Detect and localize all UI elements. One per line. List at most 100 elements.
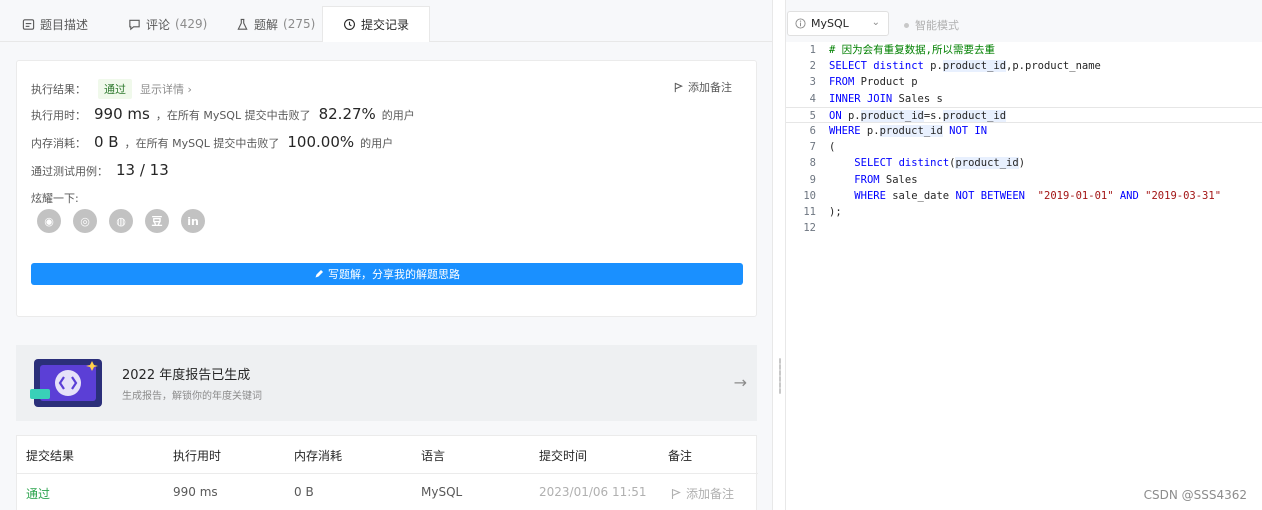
flask-icon [237,18,248,30]
code-text: INNER JOIN Sales s [829,92,943,105]
share-buttons: ◉ ◎ ◍ 豆 in [37,209,205,233]
row-runtime: 990 ms [173,485,218,499]
editor-toolbar: MySQL ⌄ 智能模式 [786,0,1262,42]
result-row: 执行结果： 通过 显示详情 › [31,79,192,99]
column-header: 备注 [668,449,693,463]
row-add-note-button[interactable]: 添加备注 [670,485,734,502]
tab-bar: 题目描述 评论 (429) 题解 (275) 提交记录 [0,0,772,42]
line-number: 11 [803,205,816,218]
tab-count: (429) [175,17,208,31]
code-line: 6 WHERE p.product_id NOT IN [786,123,1262,139]
code-line: 11 ); [786,204,1262,220]
code-text: ON p.product_id=s.product_id [829,109,1007,122]
language-value: MySQL [811,17,849,30]
app-root: 题目描述 评论 (429) 题解 (275) 提交记录 执行结果： 通过 显示详… [0,0,1262,510]
code-text: SELECT distinct p.product_id,p.product_n… [829,60,1101,73]
watermark-text: CSDN @SSS4362 [1143,488,1247,502]
runtime-tail: 的用户 [381,109,415,122]
line-number: 12 [803,222,816,235]
write-solution-label: 写题解，分享我的解题思路 [328,268,460,281]
tab-description[interactable]: 题目描述 [22,6,88,42]
code-text: FROM Product p [829,76,918,89]
smart-mode-toggle[interactable]: 智能模式 [904,17,959,33]
banner-subtitle: 生成报告，解锁你的年度关键词 [122,391,262,402]
code-line: 4 INNER JOIN Sales s [786,91,1262,107]
chevron-down-icon: ⌄ [871,17,880,28]
linkedin-icon[interactable]: in [181,209,205,233]
row-note-label: 添加备注 [686,487,735,501]
runtime-text: ，在所有 MySQL 提交中击败了 [155,109,311,122]
pencil-icon [315,270,323,278]
write-solution-button[interactable]: 写题解，分享我的解题思路 [31,263,743,285]
document-icon [22,18,35,30]
tab-comments[interactable]: 评论 (429) [128,6,207,42]
language-select[interactable]: MySQL ⌄ [787,11,889,36]
header-divider [17,473,758,474]
runtime-label: 执行用时： [31,109,86,122]
wechat-icon[interactable]: ◉ [37,209,61,233]
status-dot-icon [904,22,909,28]
annual-report-logo [30,359,102,407]
tab-submissions[interactable]: 提交记录 [322,6,430,42]
code-text: # 因为会有重复数据,所以需要去重 [829,44,995,56]
column-header: 执行用时 [173,449,222,463]
pane-resizer[interactable] [772,0,786,510]
runtime-value: 990 ms [94,105,150,123]
code-text: ); [829,205,842,218]
tab-label: 评论 [146,17,171,32]
code-text: WHERE p.product_id NOT IN [829,124,988,137]
code-text: SELECT distinct(product_id) [854,157,1026,170]
code-text: FROM Sales [854,173,918,186]
annual-report-banner[interactable]: 2022 年度报告已生成 生成报告，解锁你的年度关键词 → [16,345,757,421]
row-result-link[interactable]: 通过 [26,485,50,502]
code-line: 12 [786,220,1262,236]
add-note-button[interactable]: 添加备注 [673,79,732,95]
flag-icon [674,82,683,92]
code-text: ( [829,141,836,154]
result-label: 执行结果： [31,83,86,96]
code-line: 8 SELECT distinct(product_id) [786,155,1262,171]
column-header: 内存消耗 [294,449,343,463]
row-time: 2023/01/06 11:51 [539,485,647,499]
code-line: 7 ( [786,139,1262,155]
row-language: MySQL [421,485,463,499]
share-label: 炫耀一下: [31,192,79,205]
code-line: 9 FROM Sales [786,172,1262,188]
runtime-percentile: 82.27% [318,105,376,123]
show-details-link[interactable]: 显示详情 › [140,81,192,97]
clock-icon [344,19,355,30]
memory-tail: 的用户 [360,137,394,150]
left-panel: 题目描述 评论 (429) 题解 (275) 提交记录 执行结果： 通过 显示详… [0,0,772,510]
column-header: 提交结果 [26,449,75,463]
drag-handle-icon[interactable] [779,358,781,394]
code-line: 1 # 因为会有重复数据,所以需要去重 [786,42,1262,58]
tests-row: 通过测试用例： 13 / 13 [31,161,175,179]
tab-solutions[interactable]: 题解 (275) [236,6,315,42]
code-editor[interactable]: 1 # 因为会有重复数据,所以需要去重 2 SELECT distinct p.… [786,42,1262,236]
tab-label: 题目描述 [40,17,89,32]
banner-title: 2022 年度报告已生成 [122,368,251,383]
memory-percentile: 100.00% [287,133,355,151]
weibo-icon[interactable]: ◎ [73,209,97,233]
tab-label: 提交记录 [360,18,409,32]
tests-value: 13 / 13 [116,161,169,179]
line-number: 9 [809,173,816,186]
line-number: 3 [809,76,816,89]
status-badge: 通过 [98,79,132,99]
add-note-label: 添加备注 [688,81,732,94]
code-line: 3 FROM Product p [786,74,1262,90]
flag-icon [671,488,681,499]
memory-row: 内存消耗： 0 B ，在所有 MySQL 提交中击败了 100.00% 的用户 [31,133,393,151]
line-number: 10 [803,189,816,202]
editor-panel: MySQL ⌄ 智能模式 1 # 因为会有重复数据,所以需要去重 2 SELEC… [786,0,1262,510]
line-number: 7 [809,141,816,154]
line-number: 8 [809,157,816,170]
row-memory: 0 B [294,485,314,499]
memory-text: ，在所有 MySQL 提交中击败了 [124,137,280,150]
tab-label: 题解 [254,17,279,32]
douban-icon[interactable]: 豆 [145,209,169,233]
code-line: 2 SELECT distinct p.product_id,p.product… [786,58,1262,74]
qq-icon[interactable]: ◍ [109,209,133,233]
smart-mode-label: 智能模式 [915,19,959,32]
line-number: 6 [809,124,816,137]
